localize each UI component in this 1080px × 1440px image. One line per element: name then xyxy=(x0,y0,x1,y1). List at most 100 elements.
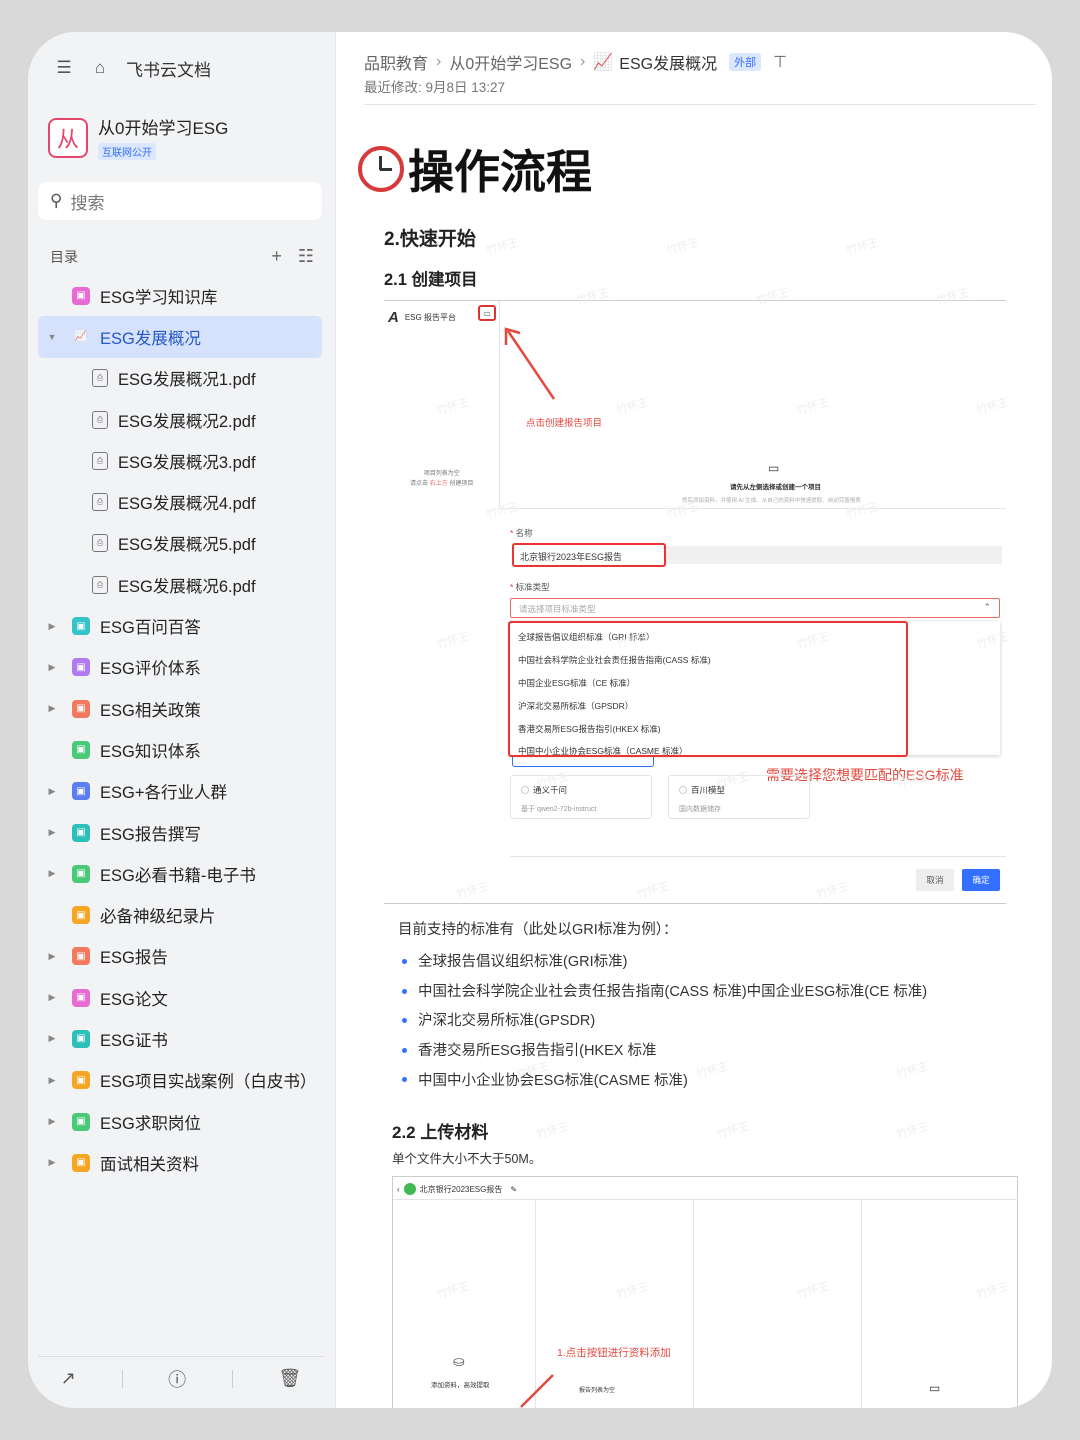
space-public-tag: 互联网公开 xyxy=(98,143,156,160)
home-icon[interactable]: ⌂ xyxy=(90,58,110,78)
alarm-clock-icon xyxy=(358,146,404,192)
sidebar-top-bar: ☰ ⌂ 飞书云文档 xyxy=(54,56,211,80)
tree-item-label: ESG论文 xyxy=(100,990,168,1009)
tree-item[interactable]: ▶ ▣ ESG评价体系 xyxy=(38,647,322,688)
pdf-file-icon: ⎙ xyxy=(92,451,108,470)
chevron-right-icon[interactable]: ▶ xyxy=(44,621,60,632)
tree-item[interactable]: ▣ ESG知识体系 xyxy=(38,729,322,770)
pdf-file-icon: ⎙ xyxy=(92,534,108,553)
trash-icon[interactable]: 🗑 xyxy=(278,1368,301,1389)
page-icon: ▣ xyxy=(72,823,90,842)
pin-icon[interactable]: ⊤ xyxy=(773,52,787,72)
search-icon: ⚲ xyxy=(50,191,63,210)
collapse-sidebar-icon[interactable]: ☰ xyxy=(54,58,74,78)
list-item: 中国社会科学院企业社会责任报告指南(CASS 标准)中国企业ESG标准(CE 标… xyxy=(398,976,927,1006)
tree-item[interactable]: ▶ ▣ ESG报告 xyxy=(38,936,322,977)
list-item: 中国中小企业协会ESG标准(CASME 标准) xyxy=(398,1064,927,1094)
list-item: 沪深北交易所标准(GPSDR) xyxy=(398,1005,927,1035)
standard-type-select: 请选择项目标准类型 ⌃ xyxy=(510,598,1000,618)
standard-type-label: * 标准类型 xyxy=(510,582,550,592)
tree-item-file[interactable]: ⎙ ESG发展概况3.pdf xyxy=(38,440,322,481)
list-item: 全球报告倡议组织标准(GRI标准) xyxy=(398,946,927,976)
chevron-right-icon[interactable]: ▶ xyxy=(44,1157,60,1168)
document-tree: ▣ ESG学习知识库 ▼ 📈 ESG发展概况 ⎙ ESG发展概况1.pdf ⎙ ESG发展概况2… xyxy=(38,275,322,1184)
chevron-right-icon[interactable]: ▶ xyxy=(44,1116,60,1127)
tree-item[interactable]: ▶ ▣ ESG+各行业人群 xyxy=(38,771,322,812)
tree-item-label: ESG求职岗位 xyxy=(100,1114,201,1133)
chevron-right-icon[interactable]: ▶ xyxy=(44,951,60,962)
screenshot-create-project: A ESG 报告平台 ▭ 项目列表为空 请点击 右上方 创建项目 点击创建报告项目… xyxy=(384,300,1006,904)
document-area: 品职教育 › 从0开始学习ESG › 📈 ESG发展概况 外部 ⊤ 最近修改: … xyxy=(336,32,1052,1408)
logo-glyph-icon: A xyxy=(388,309,399,326)
tree-item[interactable]: ▣ 必备神级纪录片 xyxy=(38,894,322,935)
divider xyxy=(364,104,1036,105)
tree-item-file[interactable]: ⎙ ESG发展概况1.pdf xyxy=(38,358,322,399)
tree-item[interactable]: ▶ ▣ ESG求职岗位 xyxy=(38,1101,322,1142)
breadcrumb-item-1[interactable]: 品职教育 xyxy=(364,50,428,74)
tree-item[interactable]: ▶ ▣ ESG相关政策 xyxy=(38,688,322,729)
create-project-button: ▭ xyxy=(478,305,496,321)
platform-logo: A ESG 报告平台 xyxy=(388,309,456,326)
tree-item-label: ESG发展概况4.pdf xyxy=(118,495,256,514)
tree-item[interactable]: ▼ 📈 ESG发展概况 xyxy=(38,316,322,358)
chevron-right-icon[interactable]: ▶ xyxy=(44,827,60,838)
tree-item[interactable]: ▶ ▣ ESG报告撰写 xyxy=(38,812,322,853)
heading-3-upload: 2.2 上传材料 xyxy=(392,1123,489,1142)
search-input[interactable]: ⚲ 搜索 xyxy=(38,182,322,220)
chevron-down-icon[interactable]: ▼ xyxy=(44,332,60,342)
list-settings-icon[interactable]: ☷ xyxy=(298,246,314,267)
tree-item[interactable]: ▶ ▣ ESG百问百答 xyxy=(38,605,322,646)
tree-item-label: ESG项目实战案例（白皮书） xyxy=(100,1073,317,1092)
tree-item[interactable]: ▶ ▣ ESG证书 xyxy=(38,1018,322,1059)
chart-icon: 📈 xyxy=(74,331,88,343)
app-title[interactable]: 飞书云文档 xyxy=(126,56,211,81)
space-header[interactable]: 从 从0开始学习ESG 互联网公开 xyxy=(48,114,228,161)
chevron-right-icon[interactable]: ▶ xyxy=(44,786,60,797)
list-item: 香港交易所ESG报告指引(HKEX 标准 xyxy=(398,1035,927,1065)
chevron-right-icon[interactable]: ▶ xyxy=(44,868,60,879)
tree-item-file[interactable]: ⎙ ESG发展概况6.pdf xyxy=(38,564,322,605)
project-header: ‹ 北京银行2023ESG报告 ✎ xyxy=(397,1183,518,1195)
chevron-right-icon[interactable]: ▶ xyxy=(44,992,60,1003)
page-title: 操作流程 xyxy=(358,136,592,202)
tree-item-label: ESG必看书籍-电子书 xyxy=(100,866,256,885)
page-icon: ▣ xyxy=(72,988,90,1007)
page-title-text: 操作流程 xyxy=(408,146,592,198)
tree-item[interactable]: ▶ ▣ 面试相关资料 xyxy=(38,1142,322,1183)
edit-icon: ✎ xyxy=(510,1184,518,1194)
tree-item[interactable]: ▣ ESG学习知识库 xyxy=(38,275,322,316)
tree-item-label: ESG发展概况 xyxy=(100,329,201,348)
info-icon[interactable]: ⓘ xyxy=(168,1366,186,1392)
page-icon: ▣ xyxy=(72,286,90,305)
folder-icon: ▭ xyxy=(768,461,780,475)
tree-item-file[interactable]: ⎙ ESG发展概况4.pdf xyxy=(38,481,322,522)
chevron-right-icon[interactable]: ▶ xyxy=(44,703,60,714)
chevron-right-icon[interactable]: ▶ xyxy=(44,662,60,673)
share-icon[interactable]: ↗ xyxy=(61,1368,76,1389)
annotation-create-hint: 点击创建报告项目 xyxy=(526,418,603,429)
tree-item-file[interactable]: ⎙ ESG发展概况5.pdf xyxy=(38,523,322,564)
empty-state-title: 请先从左侧选择或创建一个项目 xyxy=(730,484,821,491)
pdf-file-icon: ⎙ xyxy=(92,493,108,512)
annotation-add-hint: 1.点击按钮进行资料添加 xyxy=(557,1347,671,1359)
toc-label: 目录 xyxy=(50,248,78,265)
watermark-text: 竹怀王 xyxy=(535,1120,571,1142)
screenshot-upload-materials: ‹ 北京银行2023ESG报告 ✎ ⛀ 添加资料，高效提取 1.点击按钮进行资料添加… xyxy=(392,1176,1019,1408)
watermark-text: 竹怀王 xyxy=(715,1120,751,1142)
tree-item[interactable]: ▶ ▣ ESG必看书籍-电子书 xyxy=(38,853,322,894)
add-icon[interactable]: + xyxy=(271,246,282,267)
chevron-right-icon[interactable]: ▶ xyxy=(44,1075,60,1086)
tree-item[interactable]: ▶ ▣ ESG论文 xyxy=(38,977,322,1018)
chevron-right-icon[interactable]: ▶ xyxy=(44,1033,60,1044)
add-materials-icon: ⛀ xyxy=(453,1353,465,1369)
page-icon: ▣ xyxy=(72,1112,90,1131)
breadcrumb-item-2[interactable]: 从0开始学习ESG xyxy=(449,50,572,74)
add-materials-label: 添加资料，高效提取 xyxy=(431,1382,490,1389)
empty-state-subtitle: 然后添加资料，并使用 AI 生成、从自己的资料中快速提取、自动完善报表 xyxy=(682,498,861,504)
last-modified: 最近修改: 9月8日 13:27 xyxy=(364,80,506,95)
tree-item-label: ESG评价体系 xyxy=(100,660,201,679)
empty-project-list: 项目列表为空 请点击 右上方 创建项目 xyxy=(410,471,474,487)
tree-item[interactable]: ▶ ▣ ESG项目实战案例（白皮书） xyxy=(38,1060,322,1101)
tree-item-file[interactable]: ⎙ ESG发展概况2.pdf xyxy=(38,399,322,440)
confirm-button: 确定 xyxy=(962,869,1000,891)
